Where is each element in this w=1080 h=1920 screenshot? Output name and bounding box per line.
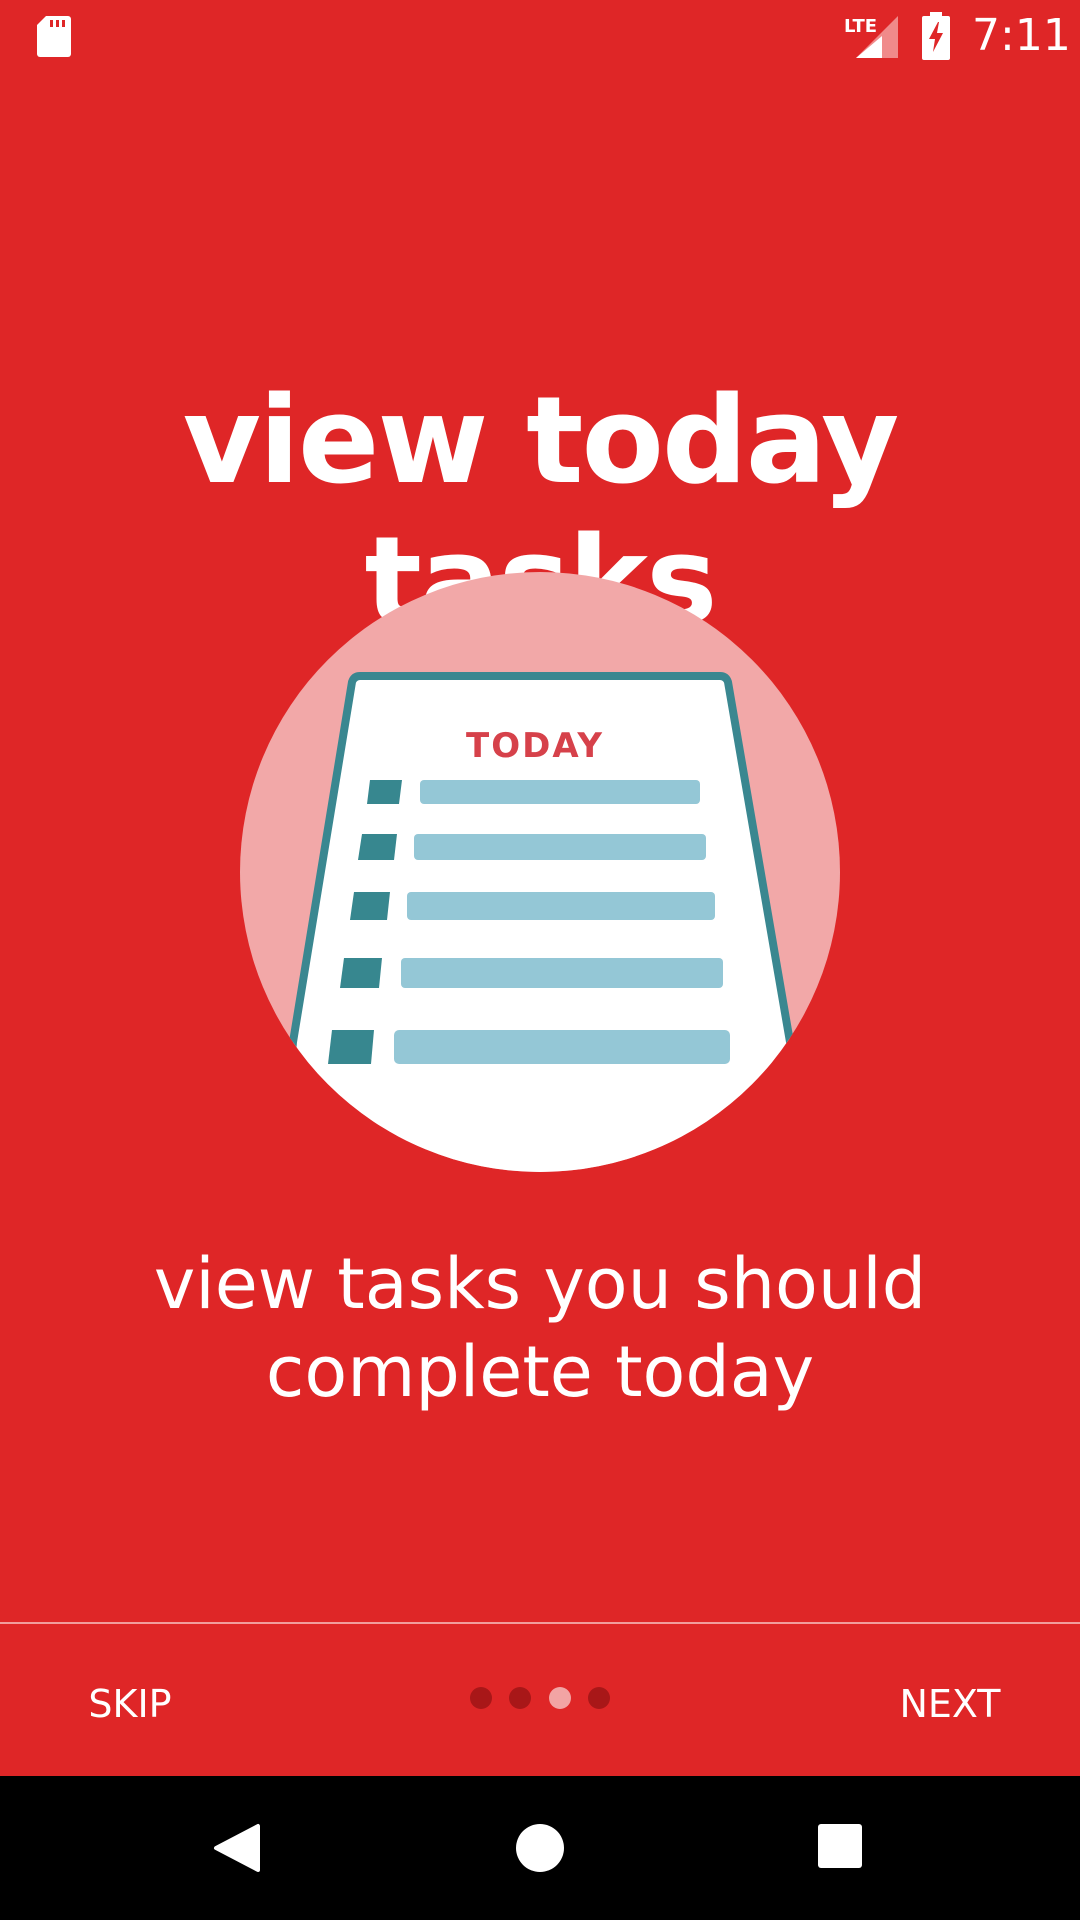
checkbox-5	[328, 1030, 374, 1064]
status-bar: LTE 7:11	[0, 0, 1080, 72]
lte-signal-icon: LTE	[844, 16, 898, 58]
page-dot-2[interactable]	[509, 1687, 532, 1709]
sd-card-icon	[37, 16, 71, 57]
description-line-1: view tasks you should	[153, 1243, 927, 1325]
checkbox-4	[340, 958, 382, 988]
home-icon[interactable]	[512, 1820, 568, 1876]
page-indicator	[470, 1686, 610, 1710]
task-line-5	[394, 1030, 730, 1064]
task-line-3	[407, 892, 715, 920]
checkbox-3	[350, 892, 390, 920]
today-tasks-illustration: TODAY	[240, 572, 840, 1172]
next-button[interactable]: NEXT	[880, 1672, 1020, 1736]
onboarding-screen: LTE 7:11 view today tasks TODAY	[0, 0, 1080, 1920]
page-dot-1[interactable]	[470, 1687, 492, 1709]
task-line-2	[414, 834, 706, 860]
task-line-4	[401, 958, 723, 988]
task-line-1	[420, 780, 700, 804]
checkbox-1	[367, 780, 402, 804]
today-label: TODAY	[466, 726, 604, 766]
description-line-2: complete today	[265, 1331, 815, 1413]
status-time: 7:11	[972, 10, 1071, 61]
description: view tasks you should complete today	[90, 1240, 990, 1416]
page-dot-3-active[interactable]	[548, 1687, 571, 1709]
back-icon[interactable]	[210, 1820, 266, 1876]
navigation-bar	[0, 1776, 1080, 1920]
battery-charging-icon	[922, 12, 950, 60]
page-dot-4[interactable]	[587, 1687, 610, 1709]
lte-label: LTE	[844, 16, 877, 37]
checkbox-2	[358, 834, 397, 860]
recents-icon[interactable]	[816, 1822, 864, 1870]
skip-button[interactable]: SKIP	[60, 1672, 200, 1736]
footer-divider	[0, 1622, 1080, 1624]
